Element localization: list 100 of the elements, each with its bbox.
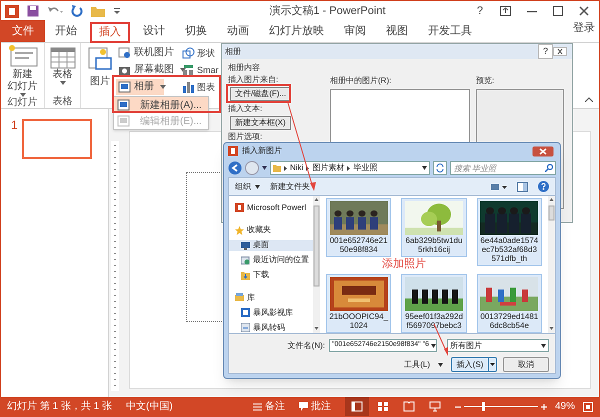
album-icon [118,81,131,93]
slide-thumbnail[interactable] [22,119,92,159]
library-icon [235,293,244,302]
ribbon-tab[interactable]: 切换 [175,20,217,42]
shapes-icon [182,47,195,59]
search-field[interactable]: 搜索 毕业照 [450,161,556,175]
album-button[interactable]: 相册 [116,79,164,95]
ribbon-tab[interactable]: 审阅 [334,20,376,42]
language-indicator[interactable]: 中文(中国) [126,399,173,414]
picture-button[interactable]: 图片 [85,43,115,108]
cancel-button[interactable]: 取消 [503,357,549,372]
nav-item[interactable]: 最近访问的位置 [229,254,313,266]
ribbon-tab[interactable]: 动画 [217,20,259,42]
scrollbar[interactable] [313,196,320,333]
new-slide-button[interactable]: 新建 幻灯片 [6,45,38,97]
caret-icon [422,166,427,170]
chevron-icon [284,166,287,170]
video-library-icon [241,308,250,317]
help-icon[interactable] [538,181,549,192]
hierarchy-icon [182,64,195,76]
ribbon-tab[interactable]: 幻灯片放映 [259,20,334,42]
file-tab[interactable]: 文件 [1,20,45,42]
ribbon-tab[interactable]: 开发工具 [418,20,482,42]
album-icon [117,115,130,127]
comments-button[interactable]: 批注 [298,399,331,414]
ribbon-button[interactable]: 联机图片 [116,45,174,61]
back-icon[interactable] [228,161,242,175]
nav-item[interactable]: 收藏夹 [229,224,313,236]
close-icon[interactable] [579,6,589,16]
group-label: 幻灯片 [8,97,38,109]
download-folder-icon [241,270,250,280]
toolbar-button[interactable]: 组织 [235,180,260,192]
table-button[interactable]: 表格 [46,45,78,96]
ribbon-button[interactable]: 图表 [182,79,215,95]
file-thumbnail[interactable]: 0013729ed1481 6dc8cb54e [476,274,542,333]
nav-item[interactable]: 桌面 [229,240,313,250]
fit-slide-icon[interactable] [583,402,593,412]
address-bar[interactable]: Niki 图片素材 毕业照 [270,161,430,175]
nav-item[interactable]: Microsoft Powerl [229,202,313,213]
file-thumbnail[interactable]: 001e652746e21 50e98f834 [326,198,392,257]
close-icon[interactable] [532,146,554,156]
normal-view-icon [350,401,363,412]
app-logo-icon [235,203,244,212]
collapse-ribbon-icon[interactable] [585,97,593,102]
ribbon-tab[interactable]: 设计 [133,20,175,42]
folder-icon [273,164,281,172]
refresh-icon[interactable] [433,161,447,175]
app-logo-icon[interactable] [5,4,19,18]
window-title: 演示文稿1 - PowerPoint [268,4,387,19]
ribbon-tab[interactable]: 视图 [376,20,418,42]
breadcrumb-item[interactable]: 图片素材 [312,162,344,174]
ribbon-button[interactable]: Smar [182,62,219,78]
file-thumbnail[interactable]: 6e44a0ade1574 ec7b532af68d3 571dfb_th [476,198,542,266]
caret-icon[interactable] [262,166,267,170]
file-thumbnail[interactable]: 95eef01f3a292d f5697097bebc3 [401,274,467,333]
tools-button[interactable]: 工具(L) [404,358,443,370]
file-disk-button[interactable]: 文件/磁盘(F)... [230,87,292,101]
insert-button[interactable]: 插入(S) [451,357,497,372]
view-button[interactable] [344,397,369,416]
preview-pane-icon[interactable] [517,182,528,192]
maximize-icon[interactable] [553,6,563,16]
customize-icon[interactable] [113,6,121,16]
zoom-out-icon[interactable] [454,404,461,410]
converter-icon [241,323,250,332]
group-label: 表格 [52,96,72,108]
annotation-label: 添加照片 [382,257,426,272]
field-label: 插入图片来自: [228,75,280,85]
file-thumbnail[interactable]: 6ab329b5tw1du 5rkh16cij [401,198,467,257]
app-logo-icon [228,146,238,156]
nav-item[interactable]: 暴风转码 [229,322,313,333]
new-textbox-button[interactable]: 新建文本框(X) [230,116,291,130]
slide-icon [6,45,38,69]
nav-item[interactable]: 下载 [229,270,313,280]
save-icon[interactable] [27,5,39,17]
picture-icon [88,46,112,72]
help-button[interactable]: ? [474,2,486,20]
chevron-icon [347,166,350,170]
ribbon-display-icon[interactable] [500,6,511,16]
nav-item[interactable]: 暴风影视库 [229,307,313,318]
ribbon-tab[interactable]: 开始 [45,20,87,42]
zoom-in-icon[interactable] [540,404,547,410]
sign-in-link[interactable]: 登录 [573,20,599,42]
scrollbar[interactable] [548,196,555,333]
breadcrumb-item[interactable]: Niki [290,162,304,174]
file-thumbnail[interactable]: 21bOOOPIC94_ 1024 [326,274,392,333]
file-type-dropdown[interactable]: 所有图片 [447,339,549,352]
zoom-level[interactable]: 49% [554,399,575,414]
nav-item[interactable]: 库 [229,292,313,303]
redo-icon[interactable] [71,5,83,17]
help-button[interactable]: ? [538,44,553,60]
notes-button[interactable]: 备注 [252,399,285,414]
close-icon[interactable] [553,47,567,56]
toolbar-button[interactable]: 新建文件夹 [270,180,310,192]
slider-thumb[interactable] [482,402,485,411]
ribbon-tab[interactable]: 插入 [90,22,130,43]
chevron-icon [306,166,310,170]
caret-icon [60,81,66,85]
view-options-icon[interactable] [491,182,507,190]
breadcrumb-item[interactable]: 毕业照 [353,162,378,174]
ribbon-button[interactable]: 形状 [182,45,215,61]
